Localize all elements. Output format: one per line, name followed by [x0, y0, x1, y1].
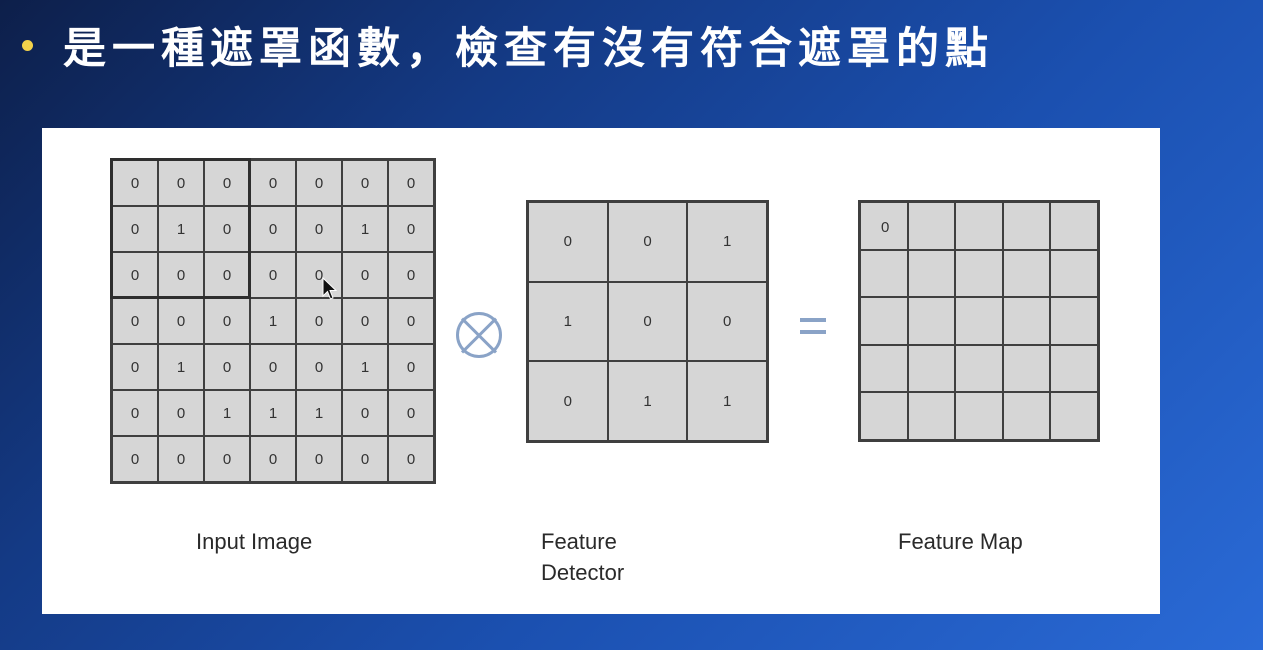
- feature-detector-grid: 001100011: [526, 200, 769, 443]
- feature-detector-caption-line2: Detector: [541, 560, 625, 585]
- input-cell: 0: [112, 298, 158, 344]
- input-cell: 0: [388, 252, 434, 298]
- input-cell: 0: [388, 344, 434, 390]
- feature-map-cell: [907, 297, 956, 345]
- input-cell: 0: [204, 436, 250, 482]
- feature-map-cell: [860, 344, 908, 393]
- feature-detector-caption: Feature Detector: [541, 526, 624, 588]
- feature-map-cell: [860, 249, 908, 298]
- detector-cell: 0: [687, 281, 767, 362]
- input-cell: 0: [112, 252, 158, 298]
- input-cell: 1: [250, 390, 296, 436]
- input-cell: 1: [204, 390, 250, 436]
- input-cell: 0: [112, 206, 158, 252]
- detector-cell: 0: [528, 202, 608, 282]
- feature-map-cell: [907, 392, 956, 440]
- equals-icon: [800, 318, 826, 338]
- input-cell: 0: [296, 344, 342, 390]
- feature-map-grid: 0: [858, 200, 1100, 442]
- input-cell: 0: [112, 160, 158, 206]
- feature-map-cell: [1050, 297, 1098, 345]
- feature-map-cell: [955, 202, 1003, 250]
- bullet-icon: [22, 39, 33, 51]
- feature-map-cell: [860, 297, 908, 345]
- detector-cell: 0: [528, 361, 608, 441]
- input-cell: 0: [388, 436, 434, 482]
- feature-map-cell: [907, 202, 956, 250]
- input-cell: 0: [388, 390, 434, 436]
- detector-cell: 1: [528, 281, 608, 362]
- feature-map-cell: [955, 249, 1003, 298]
- input-cell: 1: [158, 206, 204, 252]
- input-cell: 0: [250, 252, 296, 298]
- input-cell: 0: [158, 160, 204, 206]
- input-cell: 0: [296, 206, 342, 252]
- input-cell: 0: [158, 298, 204, 344]
- input-cell: 0: [250, 436, 296, 482]
- feature-map-cell: [907, 344, 956, 393]
- input-cell: 0: [158, 436, 204, 482]
- feature-map-cell: [1050, 202, 1098, 250]
- detector-cell: 1: [687, 202, 767, 282]
- feature-map-cell: [955, 392, 1003, 440]
- feature-map-cell: [860, 392, 908, 440]
- feature-map-cell: [1002, 392, 1051, 440]
- input-cell: 0: [342, 160, 388, 206]
- input-cell: 0: [388, 206, 434, 252]
- feature-map-cell: [1050, 249, 1098, 298]
- input-cell: 1: [342, 206, 388, 252]
- feature-map-cell: 0: [860, 202, 908, 250]
- input-cell: 1: [158, 344, 204, 390]
- input-cell: 0: [342, 252, 388, 298]
- detector-cell: 1: [687, 361, 767, 441]
- feature-map-cell: [907, 249, 956, 298]
- input-cell: 0: [342, 390, 388, 436]
- convolution-operator-icon: [456, 312, 502, 358]
- input-image-grid: 0000000010001000000000001000010001000111…: [110, 158, 436, 484]
- input-cell: 0: [296, 436, 342, 482]
- input-cell: 0: [250, 160, 296, 206]
- input-cell: 0: [296, 298, 342, 344]
- input-cell: 0: [204, 298, 250, 344]
- input-cell: 0: [204, 206, 250, 252]
- feature-detector-caption-line1: Feature: [541, 529, 617, 554]
- detector-cell: 1: [607, 361, 688, 441]
- feature-map-cell: [1002, 202, 1051, 250]
- input-cell: 0: [342, 436, 388, 482]
- input-cell: 0: [250, 206, 296, 252]
- input-cell: 1: [296, 390, 342, 436]
- input-cell: 0: [250, 344, 296, 390]
- title-row: 是一種遮罩函數，檢查有沒有符合遮罩的點: [22, 14, 994, 76]
- input-cell: 0: [112, 390, 158, 436]
- feature-map-cell: [1002, 297, 1051, 345]
- detector-cell: 0: [607, 202, 688, 282]
- feature-map-cell: [1050, 344, 1098, 393]
- input-cell: 1: [250, 298, 296, 344]
- input-cell: 0: [112, 436, 158, 482]
- input-cell: 0: [204, 344, 250, 390]
- input-cell: 1: [342, 344, 388, 390]
- input-cell: 0: [158, 252, 204, 298]
- feature-map-caption: Feature Map: [898, 529, 1023, 554]
- input-cell: 0: [158, 390, 204, 436]
- diagram-panel: 0000000010001000000000001000010001000111…: [42, 128, 1160, 614]
- slide-title: 是一種遮罩函數，檢查有沒有符合遮罩的點: [63, 24, 994, 74]
- feature-map-cell: [955, 297, 1003, 345]
- feature-map-cell: [955, 344, 1003, 393]
- input-image-caption: Input Image: [196, 529, 313, 554]
- input-cell: 0: [388, 298, 434, 344]
- input-cell: 0: [112, 344, 158, 390]
- input-cell: 0: [204, 160, 250, 206]
- input-cell: 0: [204, 252, 250, 298]
- mouse-cursor-icon: [322, 277, 338, 300]
- input-cell: 0: [342, 298, 388, 344]
- detector-cell: 0: [607, 281, 688, 362]
- feature-map-cell: [1002, 344, 1051, 393]
- feature-map-cell: [1002, 249, 1051, 298]
- input-cell: 0: [296, 160, 342, 206]
- feature-map-cell: [1050, 392, 1098, 440]
- input-cell: 0: [388, 160, 434, 206]
